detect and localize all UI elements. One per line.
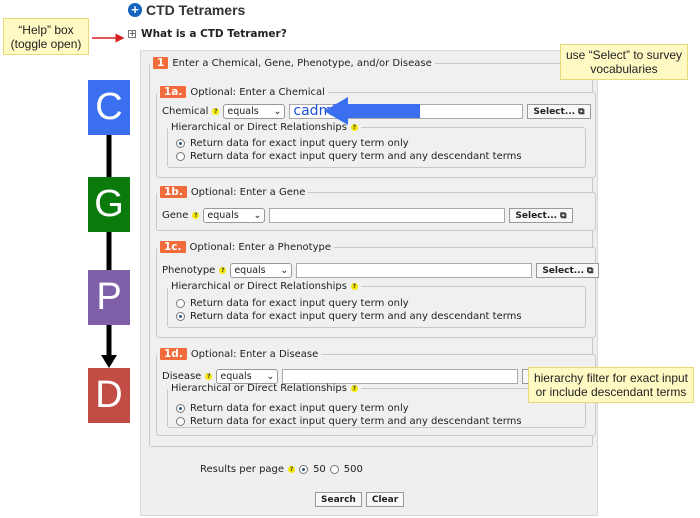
connector-arrowhead — [101, 355, 117, 368]
select-note: use “Select” to survey vocabularies — [560, 44, 688, 80]
popup-icon: ⧉ — [578, 106, 585, 117]
radio-label: Return data for exact input query term o… — [190, 138, 409, 149]
radio-unchecked[interactable] — [329, 465, 339, 474]
results-500[interactable]: 500 — [329, 464, 363, 475]
chemical-box: C — [88, 80, 130, 135]
gene-input[interactable] — [269, 208, 506, 223]
help-icon[interactable]: ? — [192, 212, 200, 219]
chevron-down-icon: ⌄ — [266, 371, 275, 382]
section-label: Optional: Enter a Disease — [190, 348, 319, 360]
help-icon[interactable]: ? — [350, 124, 358, 131]
gene-select-button[interactable]: Select... ⧉ — [509, 208, 573, 223]
phenotype-radio-descendants[interactable]: Return data for exact input query term a… — [176, 311, 522, 322]
section-label: Optional: Enter a Phenotype — [189, 241, 332, 253]
clear-button[interactable]: Clear — [365, 492, 405, 507]
chemical-radio-descendants[interactable]: Return data for exact input query term a… — [176, 151, 522, 162]
section-badge: 1b. — [160, 186, 187, 198]
help-icon[interactable]: ? — [219, 267, 227, 274]
gene-operator-select[interactable]: equals ⌄ — [203, 208, 266, 223]
disease-box: D — [88, 368, 130, 423]
disease-radio-exact[interactable]: Return data for exact input query term o… — [176, 403, 409, 414]
chevron-down-icon: ⌄ — [280, 265, 289, 276]
hier-label: Hierarchical or Direct Relationships — [171, 383, 347, 394]
blue-arrow-icon — [324, 97, 420, 125]
chemical-radio-exact[interactable]: Return data for exact input query term o… — [176, 138, 409, 149]
select-label: Select... — [515, 210, 558, 221]
phenotype-operator-select[interactable]: equals ⌄ — [230, 263, 293, 278]
gene-box: G — [88, 177, 130, 232]
radio-unchecked[interactable] — [176, 152, 185, 161]
radio-checked[interactable] — [176, 312, 185, 321]
hierarchy-note: hierarchy filter for exact input or incl… — [528, 367, 694, 403]
section-badge: 1d. — [160, 348, 187, 360]
select-label: Select... — [533, 106, 576, 117]
results-50[interactable]: 50 — [299, 464, 326, 475]
help-icon[interactable]: ? — [288, 466, 296, 473]
radio-label: 500 — [343, 464, 363, 475]
radio-checked[interactable] — [176, 404, 185, 413]
phenotype-label: Phenotype — [162, 265, 216, 276]
disease-input[interactable] — [282, 369, 519, 384]
disease-label: Disease — [162, 371, 202, 382]
operator-value: equals — [234, 265, 266, 276]
hier-label: Hierarchical or Direct Relationships — [171, 122, 347, 133]
help-icon[interactable]: ? — [350, 385, 358, 392]
phenotype-select-button[interactable]: Select... ⧉ — [536, 263, 600, 278]
radio-label: Return data for exact input query term a… — [190, 151, 522, 162]
search-button[interactable]: Search — [315, 492, 362, 507]
radio-label: Return data for exact input query term o… — [190, 298, 409, 309]
chemical-operator-select[interactable]: equals ⌄ — [223, 104, 286, 119]
chemical-select-button[interactable]: Select... ⧉ — [527, 104, 591, 119]
section-label: Optional: Enter a Gene — [190, 186, 306, 198]
select-label: Select... — [542, 265, 584, 276]
chevron-down-icon: ⌄ — [253, 210, 262, 221]
operator-value: equals — [227, 106, 259, 117]
disease-operator-select[interactable]: equals ⌄ — [216, 369, 279, 384]
results-label: Results per page — [200, 464, 285, 475]
section-label: Optional: Enter a Chemical — [190, 86, 325, 98]
operator-value: equals — [207, 210, 239, 221]
chevron-down-icon: ⌄ — [273, 106, 282, 117]
phenotype-radio-exact[interactable]: Return data for exact input query term o… — [176, 298, 409, 309]
help-icon[interactable]: ? — [212, 108, 220, 115]
hier-label: Hierarchical or Direct Relationships — [171, 281, 347, 292]
radio-unchecked[interactable] — [176, 299, 185, 308]
disease-radio-descendants[interactable]: Return data for exact input query term a… — [176, 416, 522, 427]
help-icon[interactable]: ? — [205, 373, 213, 380]
section-badge: 1c. — [160, 241, 186, 253]
radio-label: 50 — [313, 464, 326, 475]
section-badge: 1a. — [160, 86, 187, 98]
popup-icon: ⧉ — [560, 210, 567, 221]
radio-checked[interactable] — [299, 465, 309, 474]
step-badge: 1 — [153, 57, 169, 69]
help-icon[interactable]: ? — [350, 283, 358, 290]
popup-icon: ⧉ — [587, 265, 594, 276]
radio-label: Return data for exact input query term a… — [190, 416, 522, 427]
phenotype-input[interactable] — [296, 263, 533, 278]
radio-label: Return data for exact input query term a… — [190, 311, 522, 322]
operator-value: equals — [220, 371, 252, 382]
step-label: Enter a Chemical, Gene, Phenotype, and/o… — [172, 57, 432, 69]
chemical-label: Chemical — [162, 106, 209, 117]
radio-checked[interactable] — [176, 139, 185, 148]
radio-unchecked[interactable] — [176, 417, 185, 426]
radio-label: Return data for exact input query term o… — [190, 403, 409, 414]
phenotype-box: P — [88, 270, 130, 325]
gene-label: Gene — [162, 210, 189, 221]
